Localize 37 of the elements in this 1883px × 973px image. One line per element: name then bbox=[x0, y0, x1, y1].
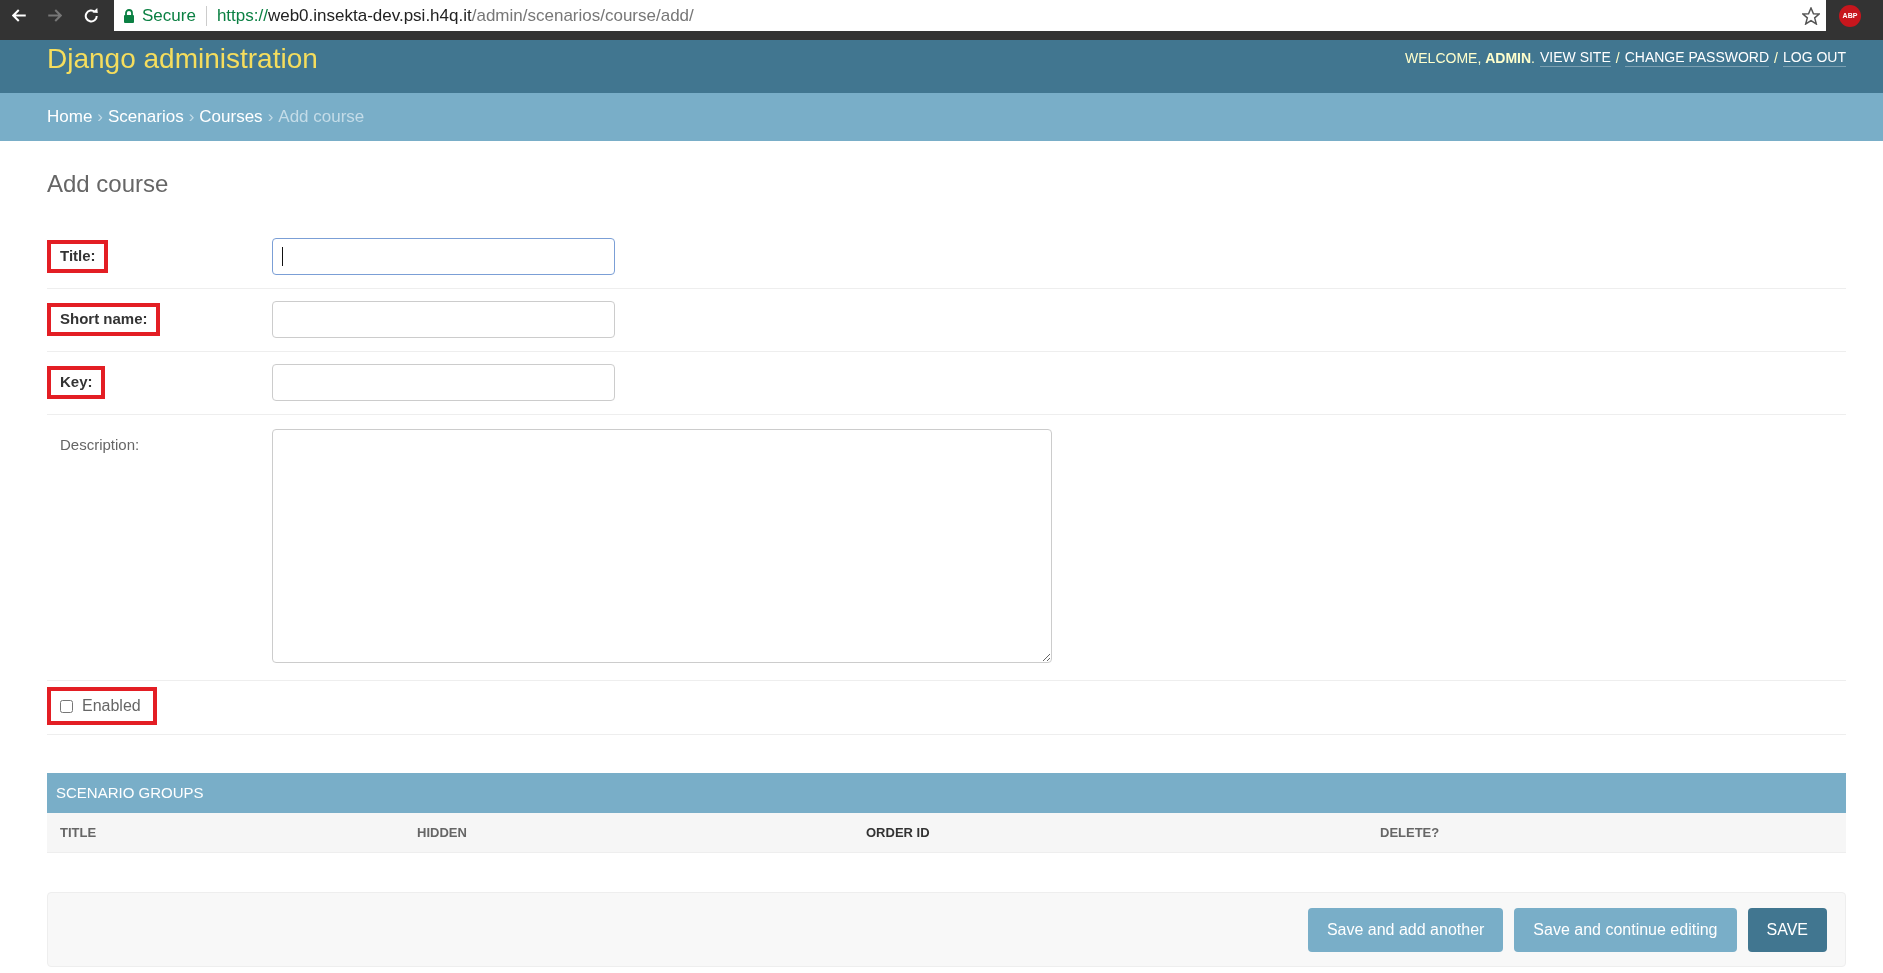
checkbox-label: Enabled bbox=[82, 696, 141, 716]
security-label: Secure bbox=[142, 4, 196, 27]
lock-icon bbox=[124, 8, 134, 23]
user-tools-text: / bbox=[1774, 48, 1778, 68]
breadcrumb-separator: › bbox=[97, 106, 104, 129]
inline-group-header: SCENARIO GROUPS bbox=[47, 773, 1846, 813]
text-field[interactable] bbox=[272, 364, 615, 401]
text-field[interactable] bbox=[272, 301, 615, 338]
field-label: Description: bbox=[59, 435, 141, 456]
arrow-left-icon bbox=[12, 9, 26, 22]
field-label: Key: bbox=[47, 366, 105, 399]
field-label: Title: bbox=[47, 240, 108, 273]
field-label: Short name: bbox=[47, 303, 160, 336]
arrow-right-icon bbox=[48, 9, 62, 22]
user-tools-link[interactable]: LOG OUT bbox=[1783, 49, 1846, 67]
star-icon bbox=[1802, 6, 1820, 25]
reload-icon bbox=[83, 8, 99, 23]
text-cursor-icon bbox=[282, 247, 283, 266]
breadcrumb-separator: › bbox=[188, 106, 195, 129]
site-title-link[interactable]: Django administration bbox=[47, 40, 318, 77]
address-bar[interactable]: Secure https://web0.insekta-dev.psi.h4q.it/admin/scenarios/course/add/ bbox=[114, 0, 1826, 31]
url-text[interactable]: https://web0.insekta-dev.psi.h4q.it/admin/scenarios/course/add/ bbox=[216, 2, 694, 29]
column-header: ORDER ID bbox=[853, 813, 1367, 853]
bookmark-button[interactable] bbox=[1802, 6, 1820, 25]
user-tools-link[interactable]: CHANGE PASSWORD bbox=[1624, 49, 1770, 67]
breadcrumb-separator: › bbox=[267, 106, 274, 129]
user-tools-text: WELCOME, ADMIN. bbox=[1405, 48, 1535, 68]
checkbox[interactable] bbox=[60, 699, 73, 713]
user-tools-text: / bbox=[1615, 48, 1620, 68]
column-header: DELETE? bbox=[1367, 813, 1846, 853]
page-title: Add course bbox=[47, 169, 170, 199]
column-header: TITLE bbox=[47, 813, 404, 853]
save-button[interactable]: SAVE bbox=[1747, 907, 1827, 952]
breadcrumb-current: Add course bbox=[278, 106, 365, 129]
user-tools-link[interactable]: VIEW SITE bbox=[1539, 49, 1611, 67]
column-header: HIDDEN bbox=[404, 813, 853, 853]
text-field[interactable] bbox=[272, 238, 615, 275]
